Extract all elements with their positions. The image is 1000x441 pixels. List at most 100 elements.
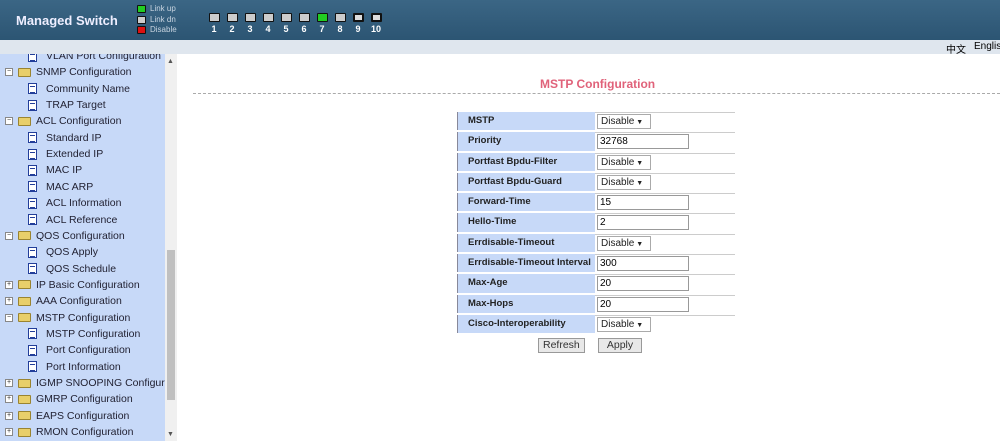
ethernet-port-icon <box>316 13 328 22</box>
port-1[interactable]: 1 <box>207 13 221 34</box>
expand-icon[interactable]: + <box>5 411 13 420</box>
port-number: 3 <box>247 24 253 34</box>
sidebar-item[interactable]: Community Name <box>28 82 130 96</box>
port-2[interactable]: 2 <box>225 13 239 34</box>
page-icon <box>28 214 37 225</box>
sidebar-item[interactable]: MAC IP <box>28 163 82 177</box>
ethernet-port-icon <box>334 13 346 22</box>
sidebar-item[interactable]: Port Information <box>28 360 121 374</box>
collapse-icon[interactable]: − <box>5 231 13 240</box>
port-status-icon <box>137 15 146 24</box>
mstp-select[interactable]: Disable ▼ <box>597 114 651 129</box>
port-3[interactable]: 3 <box>243 13 257 34</box>
folder-icon <box>18 427 31 437</box>
language-bar: 中文 English <box>0 40 1000 56</box>
chevron-down-icon: ▼ <box>634 119 644 126</box>
header: Managed Switch Link up Link dn Disable 1 2 3… <box>0 0 1000 40</box>
page-icon <box>28 344 37 356</box>
lang-chinese-link[interactable]: 中文 <box>946 41 966 56</box>
field-value-cell: 2 <box>595 213 735 232</box>
sidebar-item[interactable]: + EAPS Configuration <box>5 409 129 423</box>
field-value-cell: 32768 <box>595 132 735 151</box>
collapse-icon[interactable]: − <box>5 68 13 77</box>
mstp-form: MSTP Disable ▼ Priority 32768 Portfast Bpdu-… <box>457 112 735 336</box>
sidebar-item[interactable]: QOS Apply <box>28 245 98 259</box>
sidebar-item[interactable]: − ACL Configuration <box>5 114 121 128</box>
refresh-button[interactable]: Refresh <box>538 338 585 353</box>
sidebar-item-label: Port Information <box>46 360 121 373</box>
expand-icon[interactable]: + <box>5 297 13 306</box>
sidebar-item[interactable]: ACL Information <box>28 196 121 210</box>
priority-input[interactable]: 32768 <box>597 134 689 150</box>
field-label: Errdisable-Timeout <box>457 233 595 253</box>
page-icon <box>28 83 37 95</box>
page-icon <box>28 263 37 275</box>
scrollbar-thumb[interactable] <box>167 250 175 400</box>
scroll-up-icon[interactable]: ▲ <box>167 58 174 65</box>
expand-icon[interactable]: + <box>5 280 13 289</box>
max-age-input[interactable]: 20 <box>597 276 689 292</box>
field-label: Cisco-Interoperability <box>457 314 595 334</box>
sidebar-item[interactable]: VLAN Port Configuration <box>28 54 161 63</box>
apply-button[interactable]: Apply <box>598 338 642 353</box>
expand-icon[interactable]: + <box>5 395 13 404</box>
portfast-bpdu-filter-select[interactable]: Disable ▼ <box>597 154 651 170</box>
sidebar-tree: VLAN Port Configuration − SNMP Configurati… <box>0 54 165 441</box>
port-5[interactable]: 5 <box>279 13 293 34</box>
sidebar-item[interactable]: + GMRP Configuration <box>5 392 133 406</box>
cisco-interoperability-select[interactable]: Disable ▼ <box>597 316 651 332</box>
sidebar-item[interactable]: MAC ARP <box>28 180 93 194</box>
sidebar-item-label: EAPS Configuration <box>36 409 130 422</box>
sidebar-item[interactable]: − QOS Configuration <box>5 229 125 243</box>
field-label: Max-Hops <box>457 294 595 313</box>
sidebar-item[interactable]: + RMON Configuration <box>5 425 133 439</box>
collapse-icon[interactable]: − <box>5 313 13 322</box>
sidebar-item[interactable]: − SNMP Configuration <box>5 65 132 79</box>
legend-item: Disable <box>137 25 177 36</box>
port-4[interactable]: 4 <box>261 13 275 34</box>
port-9[interactable]: 9 <box>351 13 365 34</box>
page-icon <box>28 246 37 258</box>
sidebar-item[interactable]: − MSTP Configuration <box>5 311 130 325</box>
errdisable-timeout-interval-input[interactable]: 300 <box>597 256 689 272</box>
expand-icon[interactable]: + <box>5 428 13 437</box>
sidebar-item[interactable]: TRAP Target <box>28 98 106 112</box>
forward-time-input[interactable]: 15 <box>597 195 689 211</box>
folder-icon <box>18 67 31 77</box>
sidebar-item[interactable]: QOS Schedule <box>28 262 116 276</box>
port-6[interactable]: 6 <box>297 13 311 34</box>
portfast-bpdu-guard-select[interactable]: Disable ▼ <box>597 174 651 190</box>
port-7[interactable]: 7 <box>315 13 329 34</box>
sidebar-item[interactable]: + IGMP SNOOPING Configuration <box>5 376 165 390</box>
max-hops-input[interactable]: 20 <box>597 296 689 312</box>
folder-icon <box>18 313 31 323</box>
sidebar-item-label: TRAP Target <box>46 99 106 112</box>
sidebar-item[interactable]: MSTP Configuration <box>28 327 140 341</box>
sidebar-scrollbar[interactable]: ▲ ▼ <box>165 54 177 441</box>
ethernet-port-icon <box>352 13 364 22</box>
hello-time-input[interactable]: 2 <box>597 215 689 231</box>
sidebar-item[interactable]: Port Configuration <box>28 343 131 357</box>
port-number: 7 <box>319 24 325 34</box>
errdisable-timeout-select[interactable]: Disable ▼ <box>597 235 651 251</box>
sidebar-item[interactable]: ACL Reference <box>28 213 117 227</box>
sidebar-item[interactable]: Extended IP <box>28 147 103 161</box>
form-row: Errdisable-Timeout Disable ▼ <box>457 233 735 255</box>
port-10[interactable]: 10 <box>369 13 383 34</box>
expand-icon[interactable]: + <box>5 379 13 387</box>
ethernet-port-icon <box>370 13 382 22</box>
sidebar-item[interactable]: + AAA Configuration <box>5 294 122 308</box>
collapse-icon[interactable]: − <box>5 117 13 126</box>
sidebar-item[interactable]: + IP Basic Configuration <box>5 278 140 292</box>
folder-icon <box>18 280 31 290</box>
lang-english-link[interactable]: English <box>974 41 1000 52</box>
sidebar-item[interactable]: Standard IP <box>28 131 101 145</box>
ethernet-port-icon <box>226 13 238 22</box>
legend-label: Disable <box>150 25 177 34</box>
select-value: Disable <box>601 318 635 330</box>
scroll-down-icon[interactable]: ▼ <box>167 431 174 438</box>
sidebar-item-label: MSTP Configuration <box>36 311 131 324</box>
port-number: 1 <box>211 24 217 34</box>
sidebar-item-label: VLAN Port Configuration <box>46 54 161 62</box>
port-8[interactable]: 8 <box>333 13 347 34</box>
